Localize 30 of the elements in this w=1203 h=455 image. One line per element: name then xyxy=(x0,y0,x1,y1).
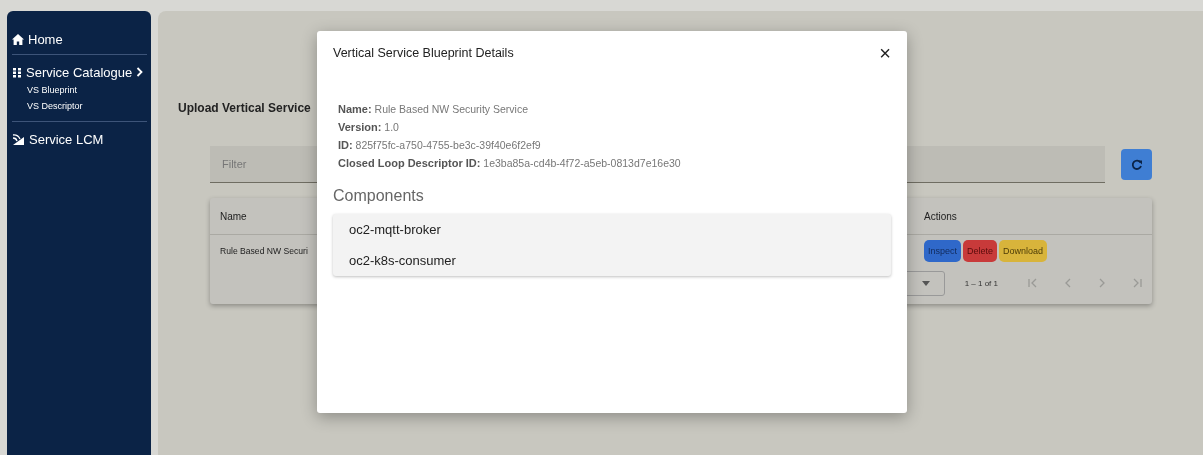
nav-item[interactable]: Service LCM xyxy=(12,131,147,147)
first-page-icon[interactable] xyxy=(1028,278,1038,288)
section-heading: Components xyxy=(333,187,425,205)
nav-subitem[interactable]: VS Descriptor xyxy=(12,98,147,114)
refresh-icon xyxy=(1130,158,1143,171)
dialog-title: Vertical Service Blueprint Details xyxy=(333,46,514,60)
nav-item[interactable]: Home xyxy=(12,31,147,47)
last-page-icon[interactable] xyxy=(1132,278,1142,288)
close-button[interactable]: × xyxy=(879,45,891,61)
action-button[interactable]: Download xyxy=(999,239,1048,262)
detail-line: ID: 825f75fc-a750-4755-be3c-39f40e6f2ef9 xyxy=(338,138,542,153)
page-title: Upload Vertical Service xyxy=(178,101,311,117)
component-item[interactable]: oc2-k8s-consumer xyxy=(333,245,891,276)
nav-subitem[interactable]: VS Blueprint xyxy=(12,82,147,98)
table-cell: Rule Based NW Securi xyxy=(220,245,308,256)
home-icon xyxy=(12,33,24,45)
previous-page-icon[interactable] xyxy=(1064,278,1072,288)
refresh-button[interactable] xyxy=(1121,149,1152,180)
detail-line: Closed Loop Descriptor ID: 1e3ba85a-cd4b-4f72-a5eb-0813d7e16e30 xyxy=(338,156,682,171)
component-item[interactable]: oc2-mqtt-broker xyxy=(333,214,891,245)
detail-line: Name: Rule Based NW Security Service xyxy=(338,102,529,117)
column-header: Actions xyxy=(924,210,958,222)
page-range: 1 – 1 of 1 xyxy=(964,278,998,288)
detail-line: Version: 1.0 xyxy=(338,120,400,135)
grid-icon xyxy=(12,66,22,78)
caret-icon xyxy=(921,280,930,286)
antenna-icon xyxy=(12,132,25,146)
column-header: Name xyxy=(220,210,248,222)
nav-item[interactable]: Service Catalogue xyxy=(12,64,147,80)
next-page-icon[interactable] xyxy=(1098,278,1106,288)
